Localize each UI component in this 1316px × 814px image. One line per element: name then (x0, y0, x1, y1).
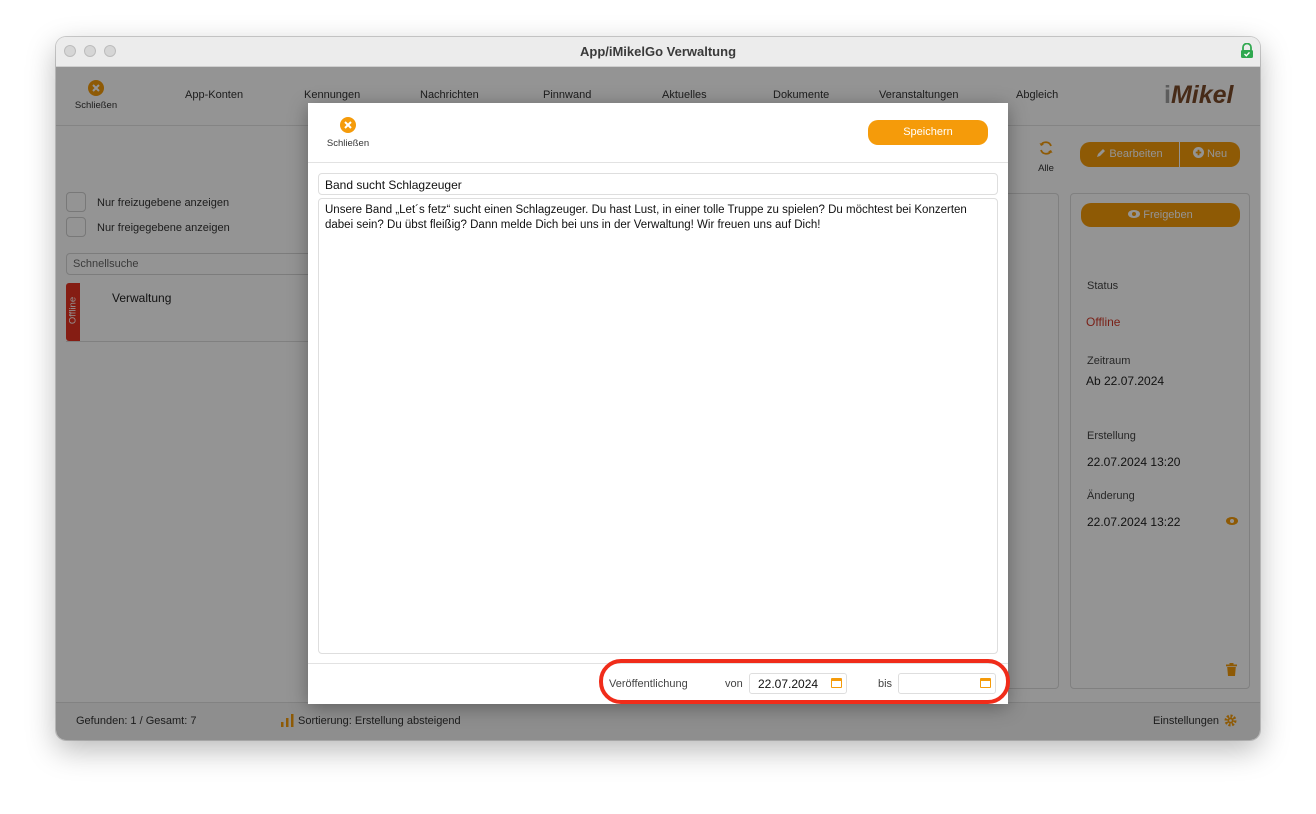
dialog-close-button[interactable]: Schließen (322, 117, 374, 149)
app-window: App/iMikelGo Verwaltung Schließen App-Ko… (56, 37, 1260, 740)
lock-icon (1241, 43, 1253, 58)
publication-highlight-ring (599, 659, 1010, 704)
dialog-header: Schließen Speichern (308, 103, 1008, 163)
message-textarea[interactable]: Unsere Band „Let´s fetz“ sucht einen Sch… (318, 198, 998, 654)
edit-dialog: Schließen Speichern Band sucht Schlagzeu… (308, 103, 1008, 704)
title-input[interactable]: Band sucht Schlagzeuger (318, 173, 998, 195)
save-button[interactable]: Speichern (868, 120, 988, 145)
window-title: App/iMikelGo Verwaltung (579, 44, 737, 59)
close-circle-icon (340, 117, 356, 133)
dialog-close-label: Schließen (326, 138, 370, 149)
title-bar: App/iMikelGo Verwaltung (56, 37, 1260, 67)
app-content: Schließen App-Konten Kennungen Nachricht… (56, 67, 1260, 740)
